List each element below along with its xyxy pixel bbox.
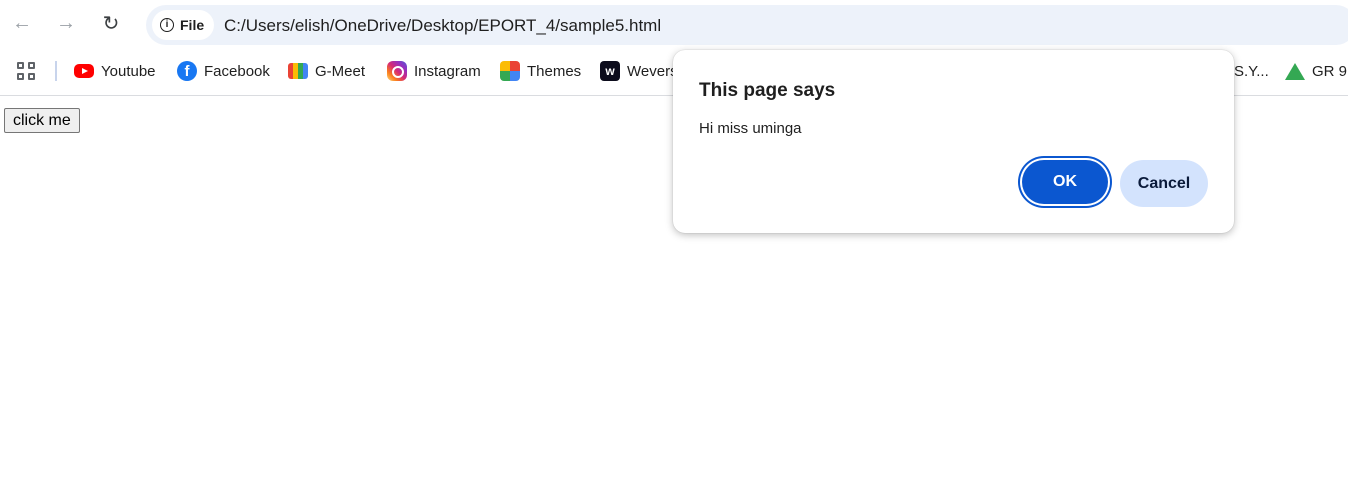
- reload-icon[interactable]: ↻: [97, 9, 125, 37]
- instagram-icon: [387, 61, 407, 81]
- bookmark-label: Youtube: [101, 62, 156, 80]
- google-meet-icon: [288, 63, 308, 79]
- dialog-message: Hi miss uminga: [699, 120, 802, 137]
- url-text[interactable]: C:/Users/elish/OneDrive/Desktop/EPORT_4/…: [224, 16, 661, 36]
- google-drive-icon: [1285, 62, 1305, 80]
- apps-grid-icon[interactable]: [17, 62, 35, 80]
- bookmark-label: GR 9: [1312, 62, 1348, 80]
- bookmarks-separator: [55, 61, 57, 81]
- bookmark-sy[interactable]: S.Y...: [1234, 60, 1269, 82]
- bookmark-themes[interactable]: Themes: [500, 60, 581, 82]
- bookmark-facebook[interactable]: f Facebook: [177, 60, 270, 82]
- alert-dialog: This page says Hi miss uminga OK Cancel: [673, 50, 1234, 233]
- bookmark-label: Instagram: [414, 62, 481, 80]
- address-bar[interactable]: i File C:/Users/elish/OneDrive/Desktop/E…: [146, 5, 1348, 45]
- click-me-button[interactable]: click me: [4, 108, 80, 133]
- back-arrow-icon[interactable]: ←: [8, 9, 36, 37]
- forward-arrow-icon[interactable]: →: [52, 9, 80, 37]
- bookmark-label: Themes: [527, 62, 582, 80]
- info-icon: i: [160, 18, 174, 32]
- themes-icon: [500, 61, 520, 81]
- facebook-icon: f: [177, 61, 197, 81]
- cancel-button[interactable]: Cancel: [1120, 160, 1208, 207]
- dialog-title: This page says: [699, 80, 836, 101]
- bookmark-label: G-Meet: [315, 62, 366, 80]
- bookmark-youtube[interactable]: Youtube: [74, 60, 156, 82]
- ok-button[interactable]: OK: [1022, 160, 1108, 204]
- bookmark-label: Wevers: [627, 62, 678, 80]
- bookmark-label: S.Y...: [1234, 62, 1269, 80]
- bookmark-gmeet[interactable]: G-Meet: [288, 60, 365, 82]
- browser-toolbar: ← → ↻ i File C:/Users/elish/OneDrive/Des…: [0, 0, 1348, 50]
- bookmark-instagram[interactable]: Instagram: [387, 60, 481, 82]
- bookmark-label: Facebook: [204, 62, 270, 80]
- bookmark-weverse[interactable]: w Wevers: [600, 60, 678, 82]
- youtube-icon: [74, 64, 94, 78]
- site-info-chip[interactable]: i File: [152, 10, 215, 40]
- site-chip-label: File: [180, 17, 205, 33]
- weverse-icon: w: [600, 61, 620, 81]
- bookmark-gr9[interactable]: GR 9: [1285, 60, 1347, 82]
